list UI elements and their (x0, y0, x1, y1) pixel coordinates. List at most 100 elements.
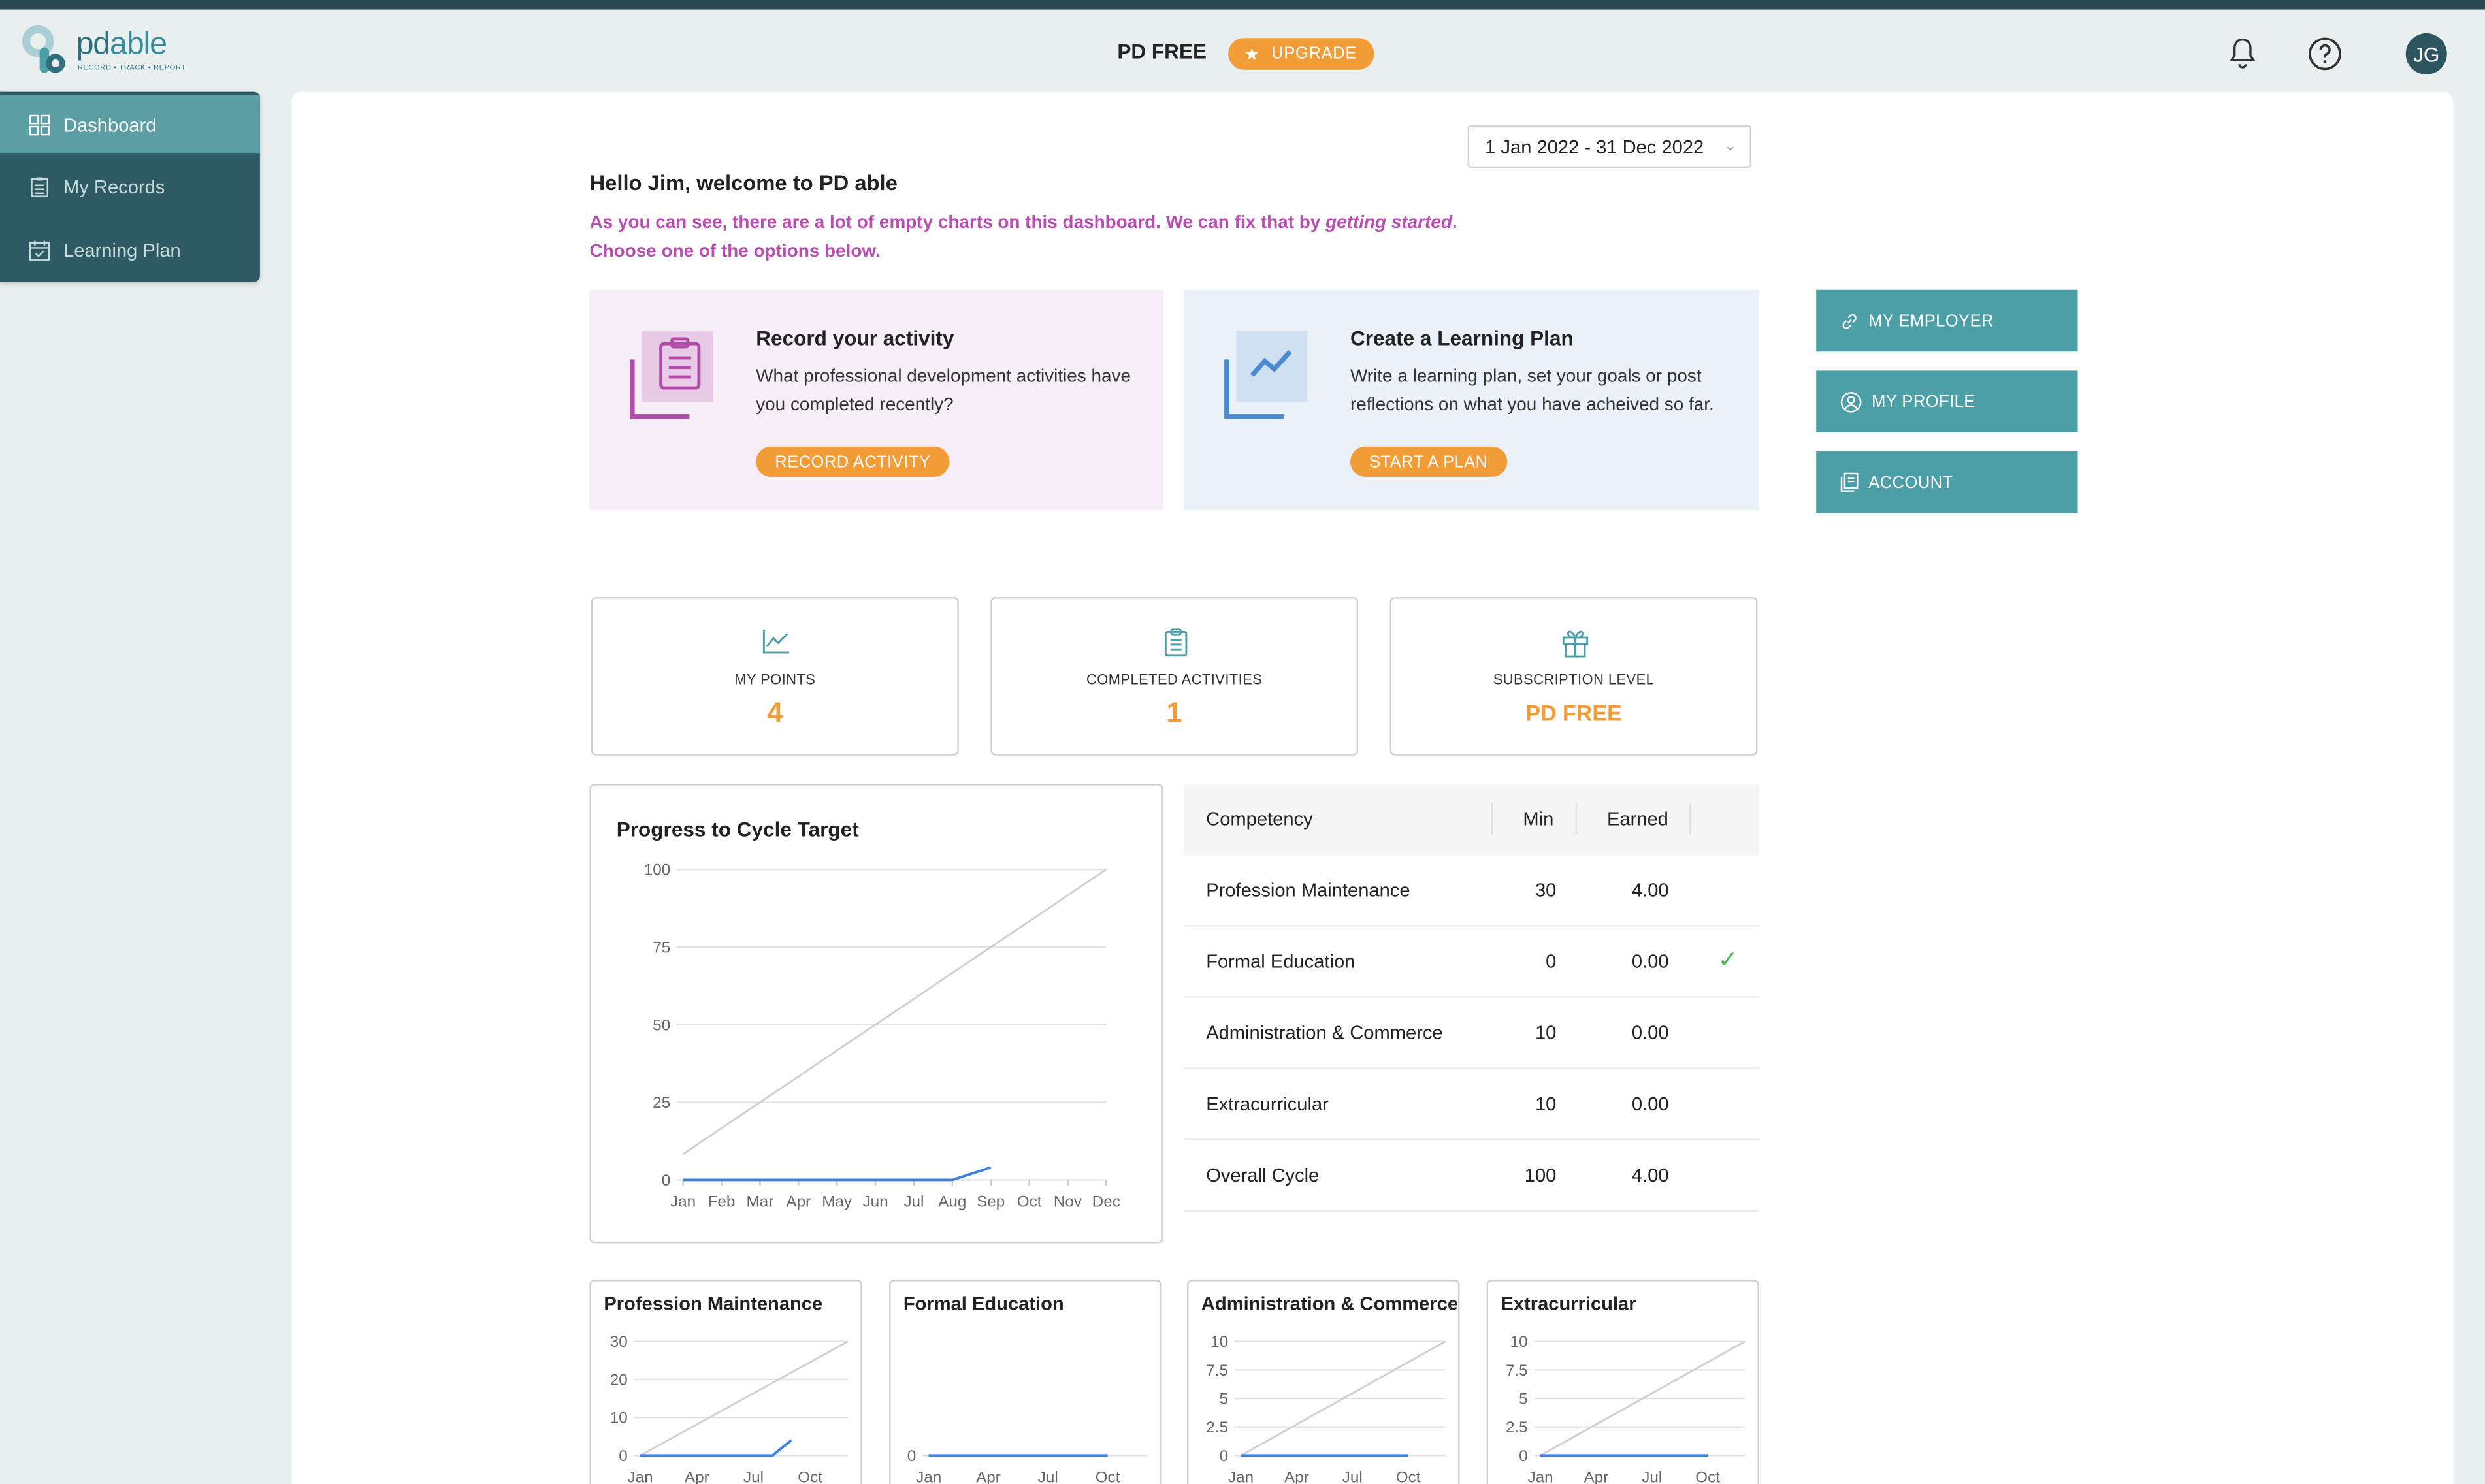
x-tick-label: May (822, 1193, 853, 1211)
target-series-line (640, 1340, 849, 1457)
date-range-picker[interactable]: 1 Jan 2022 - 31 Dec 2022 ⌄ (1467, 125, 1751, 169)
y-tick-label: 10 (1210, 1333, 1228, 1351)
column-divider (1689, 803, 1691, 835)
getting-started-link[interactable]: getting started (1325, 214, 1452, 233)
x-tick-label: Jan (916, 1469, 941, 1484)
competency-earned: 0.00 (1631, 950, 1669, 973)
chart-line-icon (762, 630, 790, 654)
competency-earned: 4.00 (1631, 879, 1669, 901)
competency-earned: 0.00 (1631, 1093, 1669, 1116)
target-series-line (682, 868, 1107, 1155)
competency-name: Overall Cycle (1206, 1164, 1320, 1187)
documents-icon (1840, 472, 1859, 492)
y-tick-label: 100 (644, 862, 670, 879)
intro-text: As you can see, there are a lot of empty… (589, 214, 1457, 262)
x-tick-label: Dec (1092, 1193, 1120, 1211)
sidebar-item-learning-plan[interactable]: Learning Plan (0, 220, 260, 279)
sidebar-item-label: Dashboard (63, 113, 157, 136)
y-tick-label: 7.5 (1206, 1362, 1228, 1379)
y-tick-label: 10 (610, 1410, 628, 1427)
y-tick-label: 7.5 (1506, 1362, 1528, 1379)
my-points-card: MY POINTS 4 (591, 597, 959, 756)
x-tick-label: Mar (746, 1193, 773, 1211)
logo-wordmark: pdable (76, 27, 167, 62)
upgrade-button[interactable]: ★ UPGRADE (1228, 38, 1374, 70)
x-tick-label: Jul (1038, 1469, 1058, 1484)
y-tick-label: 25 (653, 1094, 670, 1112)
my-profile-button[interactable]: MY PROFILE (1816, 370, 2078, 432)
stat-label: COMPLETED ACTIVITIES (1086, 671, 1263, 688)
table-row: Administration & Commerce 10 0.00 (1184, 998, 1759, 1069)
mini-chart: 0 2.5 5 7.5 10 Jan Apr Jul Oct (1506, 1333, 1746, 1484)
y-tick-label: 0 (907, 1447, 917, 1465)
x-tick-label: Jan (1528, 1469, 1553, 1484)
stat-label: SUBSCRIPTION LEVEL (1493, 671, 1655, 688)
y-tick-label: 0 (1220, 1447, 1229, 1465)
y-tick-label: 5 (1220, 1391, 1229, 1408)
start-plan-button[interactable]: START A PLAN (1350, 446, 1507, 477)
upgrade-label: UPGRADE (1271, 44, 1357, 63)
earned-series-line (683, 1166, 992, 1182)
x-tick-label: Jul (743, 1469, 764, 1484)
y-tick-label: 2.5 (1206, 1419, 1228, 1436)
y-tick-label: 2.5 (1506, 1419, 1528, 1436)
stat-value: PD FREE (1525, 700, 1622, 726)
x-tick-label: Jul (1642, 1469, 1662, 1484)
sidebar-item-label: Learning Plan (63, 238, 181, 261)
column-divider (1491, 803, 1493, 835)
dashboard-icon (29, 114, 50, 135)
progress-chart-card: Progress to Cycle Target 0 25 50 75 100 Jan Fe… (589, 784, 1163, 1244)
y-tick-label: 0 (662, 1172, 671, 1189)
x-tick-label: Jul (1342, 1469, 1363, 1484)
clipboard-icon (630, 331, 713, 419)
mini-chart-card: Extracurricular 0 2.5 5 7.5 10 Jan Apr Jul Oct (1486, 1280, 1759, 1484)
competency-min: 0 (1546, 950, 1557, 973)
mini-chart-card: Profession Maintenance 0 10 20 30 Jan Apr Jul O… (589, 1280, 862, 1484)
sidebar-item-dashboard[interactable]: Dashboard (0, 95, 260, 154)
record-activity-card: Record your activity What professional d… (589, 289, 1163, 510)
chart-trend-icon (1224, 331, 1308, 419)
mini-chart: 0 10 20 30 Jan Apr Jul Oct (610, 1333, 849, 1484)
column-divider (1575, 803, 1577, 835)
star-icon: ★ (1244, 45, 1261, 65)
logo-mark-icon (22, 25, 65, 73)
competency-min: 10 (1535, 1093, 1557, 1116)
y-tick-label: 30 (610, 1333, 628, 1351)
x-tick-label: Apr (1284, 1469, 1309, 1484)
competency-name: Extracurricular (1206, 1093, 1329, 1116)
record-activity-button[interactable]: RECORD ACTIVITY (756, 446, 950, 477)
x-tick-label: Apr (1584, 1469, 1609, 1484)
x-tick-label: Aug (938, 1193, 966, 1211)
table-row: Profession Maintenance 30 4.00 (1184, 855, 1759, 927)
card-title: Record your activity (756, 326, 954, 350)
completed-activities-card: COMPLETED ACTIVITIES 1 (990, 597, 1359, 756)
competency-earned: 0.00 (1631, 1021, 1669, 1044)
column-header-competency[interactable]: Competency (1206, 808, 1312, 830)
y-tick-label: 0 (619, 1447, 628, 1465)
sidebar-item-my-records[interactable]: My Records (0, 157, 260, 216)
y-tick-label: 75 (653, 939, 670, 956)
column-header-earned[interactable]: Earned (1607, 808, 1668, 830)
pdable-logo[interactable]: pdable RECORD • TRACK • REPORT (16, 19, 190, 82)
date-range-value: 1 Jan 2022 - 31 Dec 2022 (1485, 135, 1704, 158)
x-tick-label: Nov (1054, 1193, 1082, 1211)
table-row: Overall Cycle 100 4.00 (1184, 1140, 1759, 1212)
competency-min: 30 (1535, 879, 1557, 901)
my-employer-button[interactable]: MY EMPLOYER (1816, 289, 2078, 352)
link-icon (1842, 313, 1857, 329)
bell-icon[interactable] (2224, 35, 2262, 73)
column-header-min[interactable]: Min (1523, 808, 1553, 830)
x-tick-label: Oct (1396, 1469, 1421, 1484)
records-icon (31, 176, 48, 197)
x-tick-label: Jul (903, 1193, 924, 1211)
x-tick-label: Oct (1017, 1193, 1042, 1211)
mini-chart: 0 2.5 5 7.5 10 Jan Apr Jul Oct (1206, 1333, 1446, 1484)
avatar[interactable]: JG (2405, 33, 2447, 74)
stat-label: MY POINTS (734, 671, 816, 688)
table-header: Competency Min Earned (1184, 784, 1759, 856)
competency-name: Administration & Commerce (1206, 1021, 1443, 1044)
help-icon[interactable] (2306, 35, 2344, 73)
account-button[interactable]: ACCOUNT (1816, 451, 2078, 513)
x-tick-label: Apr (685, 1469, 709, 1484)
app-root: pdable RECORD • TRACK • REPORT PD FREE ★… (0, 0, 2485, 1484)
